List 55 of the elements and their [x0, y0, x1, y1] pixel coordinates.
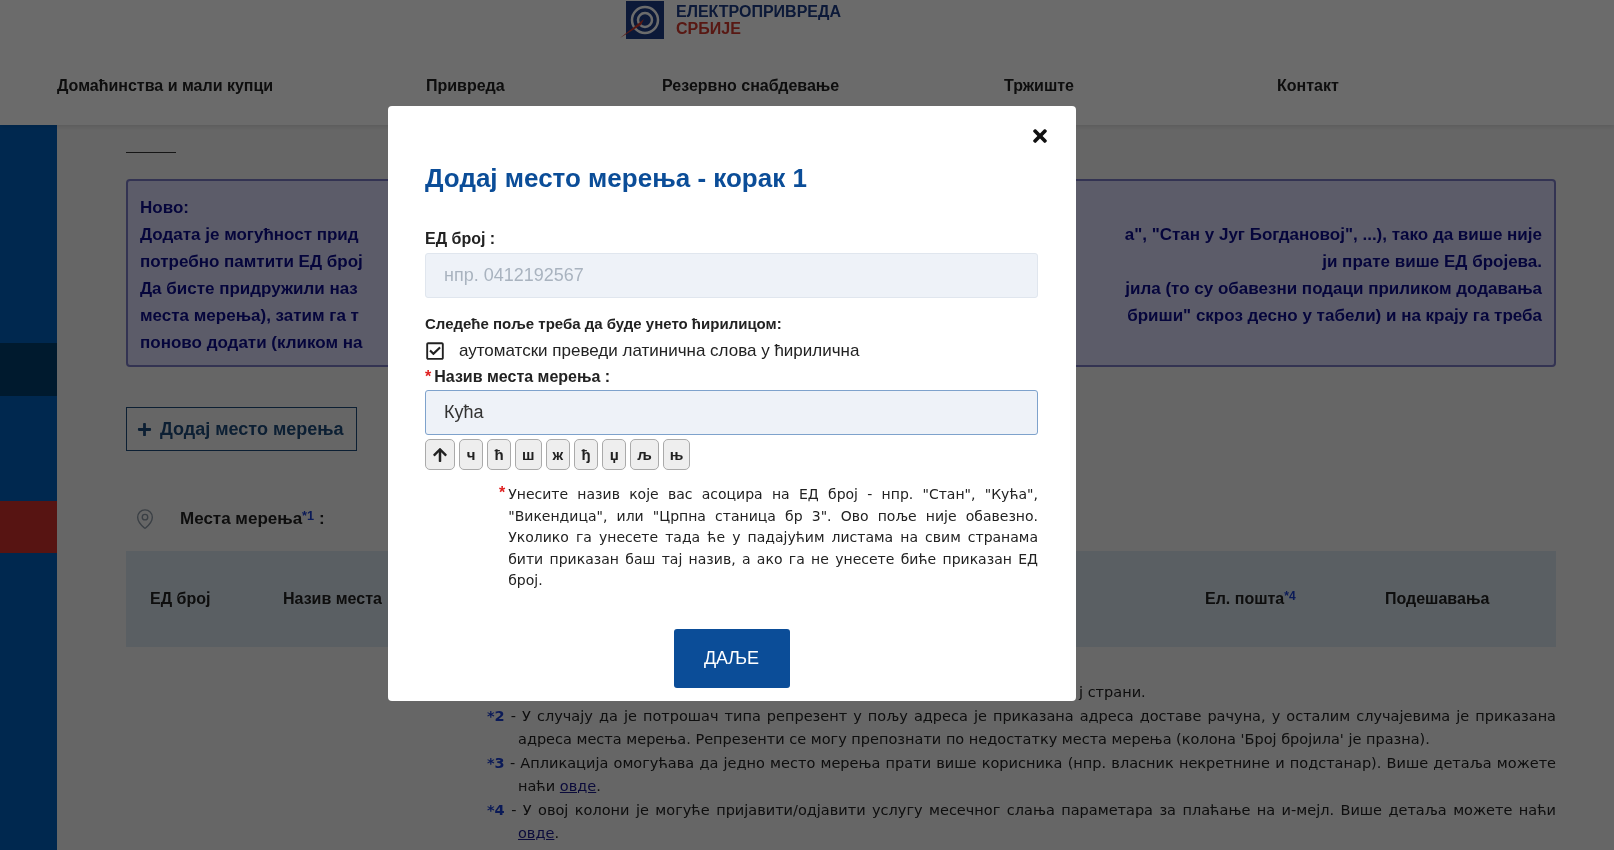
- instruction-text: Следеће поље треба да буде унето ћирилицом:: [425, 315, 783, 332]
- sidebar-tab[interactable]: [0, 343, 57, 396]
- notice-text: Ново:: [140, 197, 190, 218]
- arrow-up-icon: [432, 446, 448, 463]
- letter-key[interactable]: ч: [459, 439, 483, 470]
- footnote: ј страни.: [1077, 683, 1147, 702]
- checkbox[interactable]: [425, 341, 445, 361]
- nav-link[interactable]: Резервно снабдевање: [662, 77, 1004, 95]
- logo-text: ЕЛЕКТРОПРИВРЕДА: [676, 3, 841, 20]
- footnote: *3 - Апликација омогућава да једно место мерења прати више корисника (нпр. власник некретнине и подстанар). Више детаља можете наћи овде.: [487, 753, 1556, 796]
- letter-key[interactable]: ж: [545, 439, 571, 470]
- input-field[interactable]: Кућа: [425, 390, 1038, 435]
- letter-key[interactable]: ђ: [574, 439, 599, 470]
- footnote: *2 - У случају да је потрошач типа репрезент у пољу адреса је приказана адреса доставе рачуна, у осталим случајевима је приказана адреса места мерења. Репрезенти се могу препознати по недостатку места мерења (колона 'Број бројила' је празна).: [487, 706, 1556, 749]
- notice-text: јила (то су обавезни подаци приликом додавања: [1124, 278, 1542, 299]
- hint-text: Унесите назив које вас асоцира на ЕД број - нпр. "Стан", "Кућа", "Викендица", или "Црпна станица бр 3". Ово поље није обавезно. Уколико га унесете тада ће у падајућим листама на свим странама бити приказан баш тај назив, а ако га не унесете биће приказан ЕД број.: [508, 485, 1038, 590]
- notice-text: потребно памтити ЕД број: [140, 251, 364, 272]
- section-label: Места мерења$^{*1}$ :: [180, 509, 325, 529]
- close-icon[interactable]: [1030, 126, 1050, 146]
- column-header: Назив места: [283, 590, 383, 608]
- letter-key[interactable]: џ: [602, 439, 627, 470]
- shift-key[interactable]: [425, 439, 455, 470]
- nav-link[interactable]: Контакт: [1277, 77, 1614, 95]
- notice-text: Да бисте придружили наз: [140, 278, 359, 299]
- notice-text: а", "Стан у Југ Богдановој", ...), тако да више није: [1123, 224, 1542, 245]
- letter-key[interactable]: ш: [515, 439, 542, 470]
- field-label: Назив места мерења :: [434, 368, 611, 386]
- sidebar-tab[interactable]: [0, 501, 57, 553]
- sidebar-tab[interactable]: [0, 125, 57, 343]
- plus-icon: [137, 421, 152, 437]
- letter-key[interactable]: њ: [662, 439, 691, 470]
- nav-link[interactable]: Привреда: [426, 77, 662, 95]
- location-pin-icon: [134, 508, 156, 530]
- logo-text: СРБИЈЕ: [676, 20, 742, 37]
- notice-text: Додата је могућност прид: [140, 224, 360, 245]
- field-label: ЕД број :: [425, 230, 497, 248]
- dialog-title: Додај место мерења - корак 1: [425, 163, 808, 194]
- next-button[interactable]: ДАЉЕ: [673, 628, 790, 688]
- column-header: Ел. пошта$^{*4}$: [1205, 590, 1297, 608]
- letter-key[interactable]: љ: [630, 439, 659, 470]
- footnote: *4 - У овој колони је могуће пријавити/одјавити услугу месечног слања параметара за плаћање на и-мејл. Више детаља можете наћи овде.: [487, 800, 1556, 843]
- notice-text: ји прате више ЕД бројева.: [1321, 251, 1542, 272]
- nav-link[interactable]: Тржиште: [1004, 77, 1277, 95]
- letter-key[interactable]: ћ: [487, 439, 511, 470]
- sidebar-tab[interactable]: [0, 396, 57, 501]
- checkbox-label: аутоматски преведи латинична слова у ћирилична: [459, 341, 860, 361]
- required-mark: *: [499, 484, 506, 503]
- nav-link[interactable]: Домаћинства и мали купци: [57, 77, 426, 95]
- column-header: ЕД број: [150, 590, 212, 608]
- required-mark: *: [425, 368, 432, 386]
- notice-text: бриши" скроз десно у табели) и на крају га треба: [1126, 305, 1542, 326]
- notice-text: поново додати (кликом на: [140, 332, 364, 353]
- notice-text: места мерења), затим га т: [140, 305, 360, 326]
- column-header: Подешавања: [1385, 590, 1491, 608]
- input-field[interactable]: нпр. 0412192567: [425, 253, 1038, 298]
